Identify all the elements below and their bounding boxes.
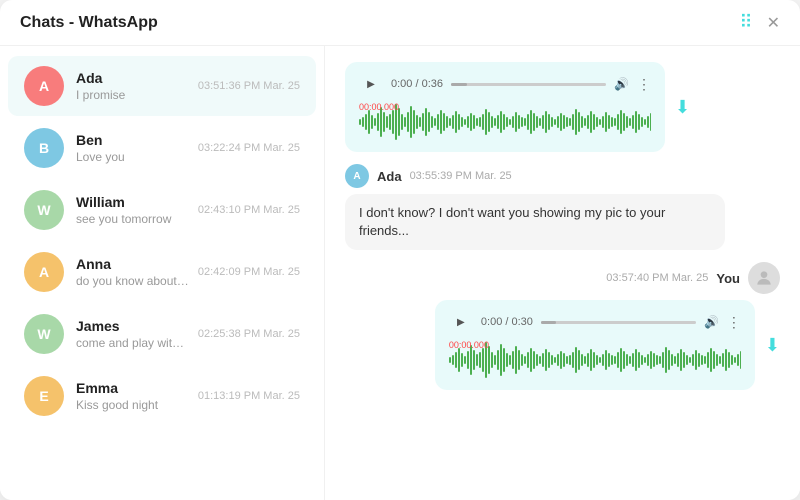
message-bubble-1: I don't know? I don't want you showing m…: [345, 194, 725, 250]
incoming-audio-row: ▶ 0:00 / 0:36 🔊 ⋮: [345, 62, 780, 152]
chat-info-ben: Ben Love you: [76, 132, 190, 164]
sidebar-item-william[interactable]: W William see you tomorrow 02:43:10 PM M…: [8, 180, 316, 240]
audio-controls-1: ▶ 0:00 / 0:36 🔊 ⋮: [359, 72, 651, 96]
more-icon-1[interactable]: ⋮: [637, 76, 651, 93]
outgoing-meta: 03:57:40 PM Mar. 25 You: [606, 262, 780, 294]
download-icon-1[interactable]: ⬇: [675, 97, 690, 118]
chat-preview-william: see you tomorrow: [76, 212, 190, 226]
sidebar-item-james[interactable]: W James come and play with me 02:25:38 P…: [8, 304, 316, 364]
play-button-2[interactable]: ▶: [449, 310, 473, 334]
message-sender: Ada: [377, 169, 402, 184]
page-title: Chats - WhatsApp: [20, 14, 158, 32]
chat-preview-ben: Love you: [76, 150, 190, 164]
grid-icon[interactable]: ⠿: [739, 12, 754, 33]
waveform-1: [359, 102, 651, 142]
more-icon-2[interactable]: ⋮: [727, 314, 741, 331]
avatar-ada: A: [345, 164, 369, 188]
volume-icon-2[interactable]: 🔊: [704, 315, 719, 329]
chat-preview-ada: I promise: [76, 88, 190, 102]
close-icon[interactable]: ✕: [767, 13, 780, 33]
chat-time-emma: 01:13:19 PM Mar. 25: [198, 390, 300, 402]
chat-name-william: William: [76, 194, 190, 210]
chat-time-ada: 03:51:36 PM Mar. 25: [198, 80, 300, 92]
chat-name-james: James: [76, 318, 190, 334]
main-content: A Ada I promise 03:51:36 PM Mar. 25 B Be…: [0, 46, 800, 500]
sidebar-item-emma[interactable]: E Emma Kiss good night 01:13:19 PM Mar. …: [8, 366, 316, 426]
incoming-message-row: A Ada 03:55:39 PM Mar. 25 I don't know? …: [345, 164, 780, 250]
chat-name-anna: Anna: [76, 256, 190, 272]
chat-name-emma: Emma: [76, 380, 190, 396]
sidebar-item-anna[interactable]: A Anna do you know about that 02:42:09 P…: [8, 242, 316, 302]
sidebar: A Ada I promise 03:51:36 PM Mar. 25 B Be…: [0, 46, 325, 500]
outgoing-timestamp: 03:57:40 PM Mar. 25: [606, 272, 708, 284]
sidebar-item-ada[interactable]: A Ada I promise 03:51:36 PM Mar. 25: [8, 56, 316, 116]
avatar-william: W: [24, 190, 64, 230]
chat-preview-anna: do you know about that: [76, 274, 190, 288]
avatar-anna: A: [24, 252, 64, 292]
message-timestamp-1: 03:55:39 PM Mar. 25: [410, 170, 512, 182]
outgoing-you-label: You: [716, 271, 740, 286]
audio-controls-2: ▶ 0:00 / 0:30 🔊 ⋮: [449, 310, 741, 334]
play-button-1[interactable]: ▶: [359, 72, 383, 96]
chat-info-william: William see you tomorrow: [76, 194, 190, 226]
chat-preview-james: come and play with me: [76, 336, 190, 350]
chat-time-james: 02:25:38 PM Mar. 25: [198, 328, 300, 340]
audio-time-2: 0:00 / 0:30: [481, 316, 533, 328]
message-meta-1: A Ada 03:55:39 PM Mar. 25: [345, 164, 512, 188]
audio-bubble-2: ▶ 0:00 / 0:30 🔊 ⋮: [435, 300, 755, 390]
volume-icon-1[interactable]: 🔊: [614, 77, 629, 91]
audio-bubble-1: ▶ 0:00 / 0:36 🔊 ⋮: [345, 62, 665, 152]
title-bar-controls: ⠿ ✕: [739, 12, 780, 33]
avatar-james: W: [24, 314, 64, 354]
chat-info-james: James come and play with me: [76, 318, 190, 350]
title-bar: Chats - WhatsApp ⠿ ✕: [0, 0, 800, 46]
download-icon-2[interactable]: ⬇: [765, 335, 780, 356]
audio-time-1: 0:00 / 0:36: [391, 78, 443, 90]
chat-preview-emma: Kiss good night: [76, 398, 190, 412]
chat-time-ben: 03:22:24 PM Mar. 25: [198, 142, 300, 154]
chat-info-emma: Emma Kiss good night: [76, 380, 190, 412]
chat-time-anna: 02:42:09 PM Mar. 25: [198, 266, 300, 278]
chat-time-william: 02:43:10 PM Mar. 25: [198, 204, 300, 216]
chat-info-anna: Anna do you know about that: [76, 256, 190, 288]
avatar-ada: A: [24, 66, 64, 106]
avatar-ben: B: [24, 128, 64, 168]
outgoing-audio-row: 03:57:40 PM Mar. 25 You ▶: [345, 262, 780, 390]
chat-info-ada: Ada I promise: [76, 70, 190, 102]
outgoing-avatar: [748, 262, 780, 294]
audio-progress-2[interactable]: [541, 321, 696, 324]
app-window: Chats - WhatsApp ⠿ ✕ A Ada I promise 03:…: [0, 0, 800, 500]
chat-area: ▶ 0:00 / 0:36 🔊 ⋮: [325, 46, 800, 500]
avatar-emma: E: [24, 376, 64, 416]
chat-name-ada: Ada: [76, 70, 190, 86]
sidebar-item-ben[interactable]: B Ben Love you 03:22:24 PM Mar. 25: [8, 118, 316, 178]
waveform-2: [449, 340, 741, 380]
chat-name-ben: Ben: [76, 132, 190, 148]
audio-progress-1[interactable]: [451, 83, 606, 86]
